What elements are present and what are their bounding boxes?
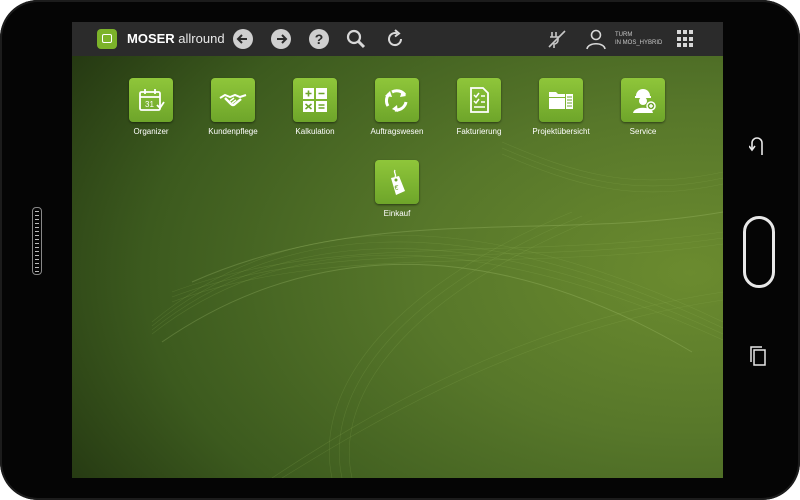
tablet-frame: MOSER allround ? TURM IN MOS_HYBRID 31 O… xyxy=(0,0,800,500)
search-icon[interactable] xyxy=(345,28,367,50)
tile-service[interactable]: Service xyxy=(603,78,683,136)
app-title: MOSER allround xyxy=(127,31,225,46)
tile-label: Service xyxy=(629,127,657,136)
device-recents-icon[interactable] xyxy=(749,345,767,367)
top-toolbar: MOSER allround ? TURM IN MOS_HYBRID xyxy=(72,22,723,56)
speaker-grille xyxy=(32,207,42,275)
device-home-button[interactable] xyxy=(743,216,775,288)
tile-kalkulation[interactable]: Kalkulation xyxy=(275,78,355,136)
tile-label: Kalkulation xyxy=(295,127,335,136)
user-info: TURM IN MOS_HYBRID xyxy=(615,32,663,46)
user-icon[interactable] xyxy=(585,28,607,50)
tile-einkauf[interactable]: € Einkauf xyxy=(357,160,437,218)
technician-icon xyxy=(621,78,665,122)
svg-text:31: 31 xyxy=(145,100,154,109)
calculator-icon xyxy=(293,78,337,122)
tile-kundenpflege[interactable]: Kundenpflege xyxy=(193,78,273,136)
tile-projektuebersicht[interactable]: Projektübersicht xyxy=(521,78,601,136)
svg-text:€: € xyxy=(395,185,399,192)
forward-arrow-icon[interactable] xyxy=(271,29,291,49)
price-tag-icon: € xyxy=(375,160,419,204)
tile-label: Organizer xyxy=(133,127,169,136)
back-arrow-icon[interactable] xyxy=(233,29,253,49)
app-screen: MOSER allround ? TURM IN MOS_HYBRID 31 O… xyxy=(72,22,723,478)
recycle-icon xyxy=(375,78,419,122)
tile-label: Projektübersicht xyxy=(532,127,590,136)
device-back-icon[interactable] xyxy=(749,135,767,157)
tile-auftragswesen[interactable]: Auftragswesen xyxy=(357,78,437,136)
tile-fakturierung[interactable]: Fakturierung xyxy=(439,78,519,136)
disconnected-plug-icon[interactable] xyxy=(546,28,568,50)
tile-label: Kundenpflege xyxy=(208,127,258,136)
handshake-icon xyxy=(211,78,255,122)
moser-logo-icon xyxy=(97,29,117,49)
calendar-icon: 31 xyxy=(129,78,173,122)
invoice-icon xyxy=(457,78,501,122)
refresh-icon[interactable] xyxy=(384,28,406,50)
tile-label: Auftragswesen xyxy=(370,127,424,136)
tile-organizer[interactable]: 31 Organizer xyxy=(111,78,191,136)
help-icon[interactable]: ? xyxy=(309,29,329,49)
tile-label: Fakturierung xyxy=(456,127,502,136)
tile-label: Einkauf xyxy=(383,209,411,218)
app-grid-icon[interactable] xyxy=(677,30,695,48)
folders-icon xyxy=(539,78,583,122)
